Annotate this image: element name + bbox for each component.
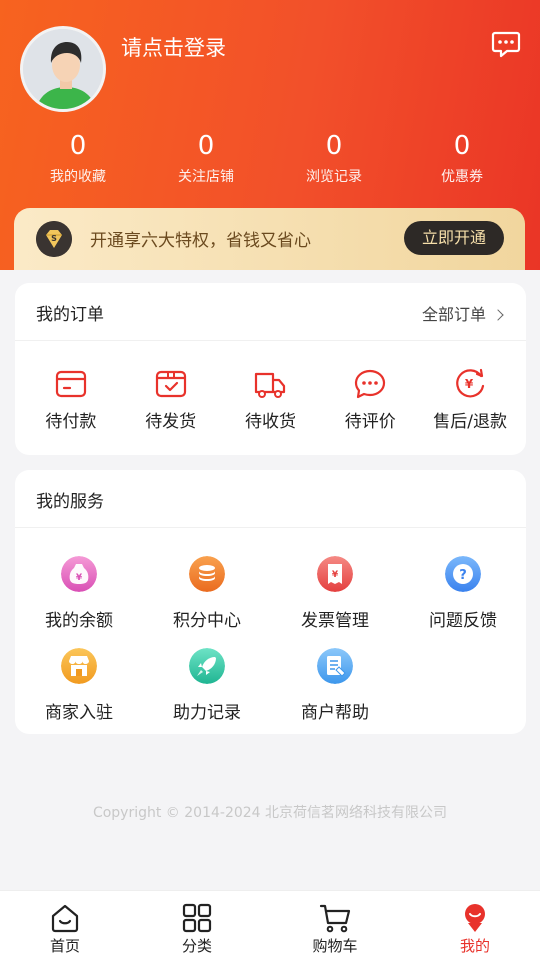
stat-value: 0 [325, 131, 343, 161]
service-label: 问题反馈 [429, 611, 497, 631]
service-label: 我的余额 [45, 611, 113, 631]
money-bag-icon: ¥ [61, 556, 97, 592]
profile-icon [465, 904, 485, 932]
invoice-icon: ¥ [317, 556, 353, 592]
service-label: 助力记录 [173, 703, 241, 723]
svg-text:¥: ¥ [332, 570, 339, 580]
bottom-tab-bar: 首页 分类 购物车 我的 [0, 890, 540, 960]
service-label: 积分中心 [173, 611, 241, 631]
orders-card: 我的订单 全部订单 待付款 待发货 待收货 待评价 ¥ 售后/退款 [15, 283, 526, 455]
wallet-icon [55, 370, 86, 398]
document-icon [317, 648, 353, 684]
stat-label: 我的收藏 [50, 169, 106, 185]
order-pending-shipment[interactable]: 待发货 [121, 351, 221, 432]
service-label: 商家入驻 [45, 703, 113, 723]
order-label: 待发货 [145, 412, 197, 432]
tab-label: 我的 [459, 937, 490, 955]
stat-coupons[interactable]: 0 优惠券 [398, 130, 526, 186]
box-check-icon [155, 370, 186, 398]
store-icon [61, 648, 97, 684]
question-icon: ? [445, 556, 481, 592]
order-after-sales[interactable]: ¥ 售后/退款 [420, 351, 520, 432]
user-avatar-icon [23, 29, 103, 109]
stat-label: 浏览记录 [306, 169, 362, 185]
stat-label: 优惠券 [441, 169, 483, 185]
refund-icon: ¥ [456, 368, 485, 398]
orders-title: 我的订单 [36, 305, 104, 325]
services-title: 我的服务 [36, 492, 104, 512]
vip-description: 开通享六大特权，省钱又省心 [90, 231, 311, 251]
tab-cart[interactable]: 购物车 [290, 903, 380, 956]
order-label: 售后/退款 [433, 412, 507, 432]
svg-text:¥: ¥ [465, 377, 474, 391]
stat-value: 0 [197, 131, 215, 161]
tab-category[interactable]: 分类 [152, 903, 242, 956]
message-icon[interactable] [490, 28, 522, 60]
services-header: 我的服务 [15, 470, 526, 528]
stats-row: 0 我的收藏 0 关注店铺 0 浏览记录 0 优惠券 [14, 130, 526, 186]
stat-history[interactable]: 0 浏览记录 [270, 130, 398, 186]
tab-label: 分类 [181, 937, 212, 955]
diamond-icon: S [36, 221, 72, 257]
svg-text:¥: ¥ [76, 573, 83, 583]
orders-header: 我的订单 全部订单 [15, 283, 526, 341]
order-pending-review[interactable]: 待评价 [320, 351, 420, 432]
service-balance[interactable]: ¥ 我的余额 [15, 556, 143, 631]
vip-banner[interactable]: S 开通享六大特权，省钱又省心 立即开通 [14, 208, 525, 270]
tab-label: 首页 [49, 937, 80, 955]
stat-label: 关注店铺 [178, 169, 234, 185]
profile-header: 请点击登录 0 我的收藏 0 关注店铺 0 浏览记录 0 优惠券 S 开通享六大… [0, 0, 540, 270]
vip-activate-button[interactable]: 立即开通 [404, 221, 504, 255]
avatar[interactable] [20, 26, 106, 112]
tab-label: 购物车 [312, 937, 358, 955]
tab-mine[interactable]: 我的 [430, 903, 520, 956]
cart-icon [319, 904, 351, 933]
stat-favorites[interactable]: 0 我的收藏 [14, 130, 142, 186]
order-pending-payment[interactable]: 待付款 [21, 351, 121, 432]
stat-followed-shops[interactable]: 0 关注店铺 [142, 130, 270, 186]
all-orders-label: 全部订单 [421, 305, 486, 324]
service-label: 商户帮助 [301, 703, 369, 723]
service-points[interactable]: 积分中心 [143, 556, 271, 631]
svg-text:S: S [51, 234, 57, 243]
tab-home[interactable]: 首页 [20, 903, 110, 956]
svg-text:?: ? [459, 568, 467, 583]
truck-icon [255, 372, 286, 398]
services-card: 我的服务 ¥ 我的余额 积分中心 ¥ 发票管理 ? 问题反馈 商家入驻 助力记录… [15, 470, 526, 734]
service-label: 发票管理 [301, 611, 369, 631]
all-orders-link[interactable]: 全部订单 [421, 301, 504, 325]
grid-icon [182, 903, 212, 933]
login-prompt[interactable]: 请点击登录 [121, 32, 226, 62]
chevron-right-icon [492, 309, 504, 321]
stat-value: 0 [453, 131, 471, 161]
order-pending-receipt[interactable]: 待收货 [221, 351, 321, 432]
order-label: 待收货 [244, 412, 296, 432]
stat-value: 0 [69, 131, 87, 161]
order-label: 待评价 [344, 412, 396, 432]
rocket-icon [189, 648, 225, 684]
order-status-row: 待付款 待发货 待收货 待评价 ¥ 售后/退款 [15, 341, 526, 432]
service-merchant-help[interactable]: 商户帮助 [271, 648, 399, 723]
order-label: 待付款 [45, 412, 97, 432]
comment-icon [355, 369, 386, 399]
coins-icon [189, 556, 225, 592]
service-merchant-join[interactable]: 商家入驻 [15, 648, 143, 723]
copyright-text: Copyright © 2014-2024 北京荷信茗网络科技有限公司 [92, 805, 448, 821]
service-invoice[interactable]: ¥ 发票管理 [271, 556, 399, 631]
service-assist-records[interactable]: 助力记录 [143, 648, 271, 723]
service-feedback[interactable]: ? 问题反馈 [399, 556, 527, 631]
home-icon [51, 904, 79, 933]
